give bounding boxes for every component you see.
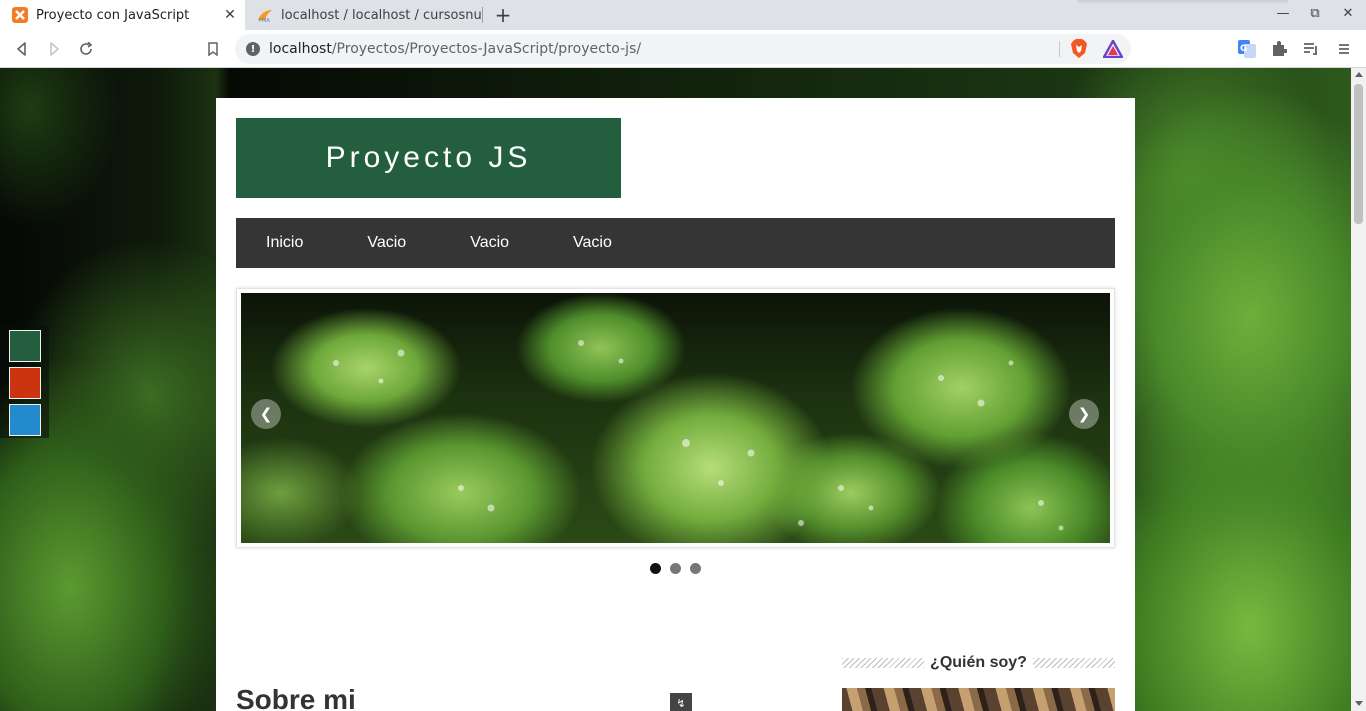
address-bar[interactable]: ! localhost/Proyectos/Proyectos-JavaScri… bbox=[235, 34, 1131, 64]
tab-divider bbox=[482, 7, 483, 23]
url-path: /Proyectos/Proyectos-JavaScript/proyecto… bbox=[331, 41, 642, 57]
main-menu: Inicio Vacio Vacio Vacio bbox=[236, 218, 1115, 268]
theme-blue-button[interactable] bbox=[9, 404, 41, 436]
close-tab-icon[interactable]: ✕ bbox=[219, 7, 241, 23]
tab-title: Proyecto con JavaScript bbox=[36, 7, 190, 23]
svg-text:G: G bbox=[1240, 44, 1247, 54]
slider-next-button[interactable]: ❯ bbox=[1069, 399, 1099, 429]
site-info-icon[interactable]: ! bbox=[246, 42, 260, 56]
minimize-icon[interactable]: — bbox=[1273, 6, 1293, 21]
slider-pagination bbox=[216, 563, 1135, 574]
hatch-divider bbox=[1032, 658, 1115, 668]
flash-icon: ↯ bbox=[670, 693, 692, 711]
scroll-down-icon[interactable] bbox=[1355, 701, 1363, 706]
page-background: Proyecto JS Inicio Vacio Vacio Vacio ❮ ❯… bbox=[0, 68, 1351, 711]
forward-icon[interactable] bbox=[43, 38, 65, 60]
menu-item-vacio-1[interactable]: Vacio bbox=[367, 234, 406, 252]
menu-item-vacio-2[interactable]: Vacio bbox=[470, 234, 509, 252]
xampp-icon bbox=[12, 7, 28, 23]
menu-icon[interactable] bbox=[1333, 38, 1355, 60]
chevron-left-icon: ❮ bbox=[259, 405, 273, 423]
image-slider: ❮ ❯ bbox=[236, 288, 1115, 548]
tab-strip: Proyecto con JavaScript ✕ PMA localhost … bbox=[0, 0, 1366, 30]
water-drops bbox=[333, 340, 1064, 531]
extensions-icon[interactable] bbox=[1268, 38, 1290, 60]
slide-image-leaves bbox=[241, 293, 1110, 543]
back-icon[interactable] bbox=[11, 38, 33, 60]
window-shadow bbox=[1078, 0, 1288, 4]
theme-green-button[interactable] bbox=[9, 330, 41, 362]
slider-dot-2[interactable] bbox=[670, 563, 681, 574]
media-playlist-icon[interactable] bbox=[1300, 38, 1322, 60]
close-window-icon[interactable]: ✕ bbox=[1338, 6, 1358, 21]
tab-proyecto-js[interactable]: Proyecto con JavaScript ✕ bbox=[0, 0, 245, 30]
chevron-right-icon: ❯ bbox=[1077, 405, 1091, 423]
slider-dot-3[interactable] bbox=[690, 563, 701, 574]
restore-icon[interactable]: ⧉ bbox=[1305, 6, 1325, 21]
brave-shield-icon[interactable] bbox=[1068, 38, 1090, 60]
tab-title: localhost / localhost / cursosnu bbox=[281, 7, 482, 23]
sidebar-heading: ¿Quién soy? bbox=[842, 654, 1115, 672]
translate-icon[interactable]: G bbox=[1236, 38, 1258, 60]
bookmark-icon[interactable] bbox=[202, 38, 224, 60]
reload-icon[interactable] bbox=[75, 38, 97, 60]
scroll-up-icon[interactable] bbox=[1355, 72, 1363, 77]
scrollbar-thumb[interactable] bbox=[1354, 84, 1363, 224]
phpmyadmin-icon: PMA bbox=[258, 10, 272, 23]
theme-switcher bbox=[0, 326, 49, 438]
hatch-divider bbox=[842, 658, 925, 668]
site-logo[interactable]: Proyecto JS bbox=[236, 118, 621, 198]
url-host: localhost bbox=[269, 41, 332, 57]
profile-image bbox=[842, 688, 1115, 711]
logo-text: Proyecto JS bbox=[325, 141, 532, 174]
menu-item-inicio[interactable]: Inicio bbox=[266, 234, 303, 252]
svg-text:PMA: PMA bbox=[259, 18, 270, 23]
theme-red-button[interactable] bbox=[9, 367, 41, 399]
sidebar-title: ¿Quién soy? bbox=[930, 654, 1027, 671]
page-scrollbar[interactable] bbox=[1351, 68, 1366, 711]
slider-prev-button[interactable]: ❮ bbox=[251, 399, 281, 429]
brave-rewards-icon[interactable] bbox=[1102, 38, 1124, 60]
tab-phpmyadmin[interactable]: PMA localhost / localhost / cursosnu bbox=[245, 0, 485, 30]
browser-toolbar: ! localhost/Proyectos/Proyectos-JavaScri… bbox=[0, 30, 1366, 68]
about-heading: Sobre mi bbox=[236, 684, 356, 711]
address-divider bbox=[1059, 41, 1060, 57]
menu-item-vacio-3[interactable]: Vacio bbox=[573, 234, 612, 252]
main-container: Proyecto JS Inicio Vacio Vacio Vacio ❮ ❯… bbox=[216, 98, 1135, 711]
new-tab-icon[interactable]: + bbox=[492, 4, 514, 26]
slider-dot-1[interactable] bbox=[650, 563, 661, 574]
